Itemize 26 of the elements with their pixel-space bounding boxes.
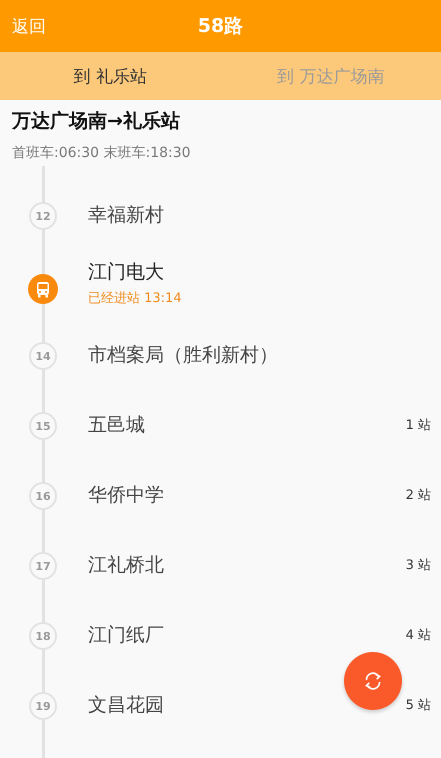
stops-away: 5 站	[406, 697, 431, 714]
stop-name[interactable]: 江门纸厂	[88, 620, 164, 650]
stop-number: 18	[29, 622, 57, 650]
stop-name[interactable]: 华侨中学	[88, 480, 164, 510]
refresh-button[interactable]	[344, 652, 402, 710]
stop-number: 14	[29, 342, 57, 370]
stop-name[interactable]: 文昌花园	[88, 690, 164, 720]
stops-away: 1 站	[406, 417, 431, 434]
direction-tab[interactable]: 到 礼乐站	[0, 52, 220, 100]
stop-number: 16	[29, 482, 57, 510]
schedule-text: 首班车:06:30 末班车:18:30	[12, 144, 192, 162]
stop-number: 15	[29, 412, 57, 440]
stop-name[interactable]: 市档案局（胜利新村）	[88, 340, 278, 370]
route-title: 58路	[198, 14, 244, 39]
stop-name[interactable]: 五邑城	[88, 410, 145, 440]
stop-number: 19	[29, 692, 57, 720]
stop-number: 12	[29, 202, 57, 230]
route-direction: 万达广场南→礼乐站	[12, 109, 181, 134]
arrival-status: 已经进站 13:14	[88, 290, 182, 307]
stops-away: 2 站	[406, 487, 431, 504]
stop-name[interactable]: 幸福新村	[88, 200, 164, 230]
stop-name[interactable]: 江门电大	[88, 257, 182, 287]
stops-away: 3 站	[406, 557, 431, 574]
stop-number: 17	[29, 552, 57, 580]
stops-away: 4 站	[406, 627, 431, 644]
stop-name[interactable]: 江礼桥北	[88, 550, 164, 580]
